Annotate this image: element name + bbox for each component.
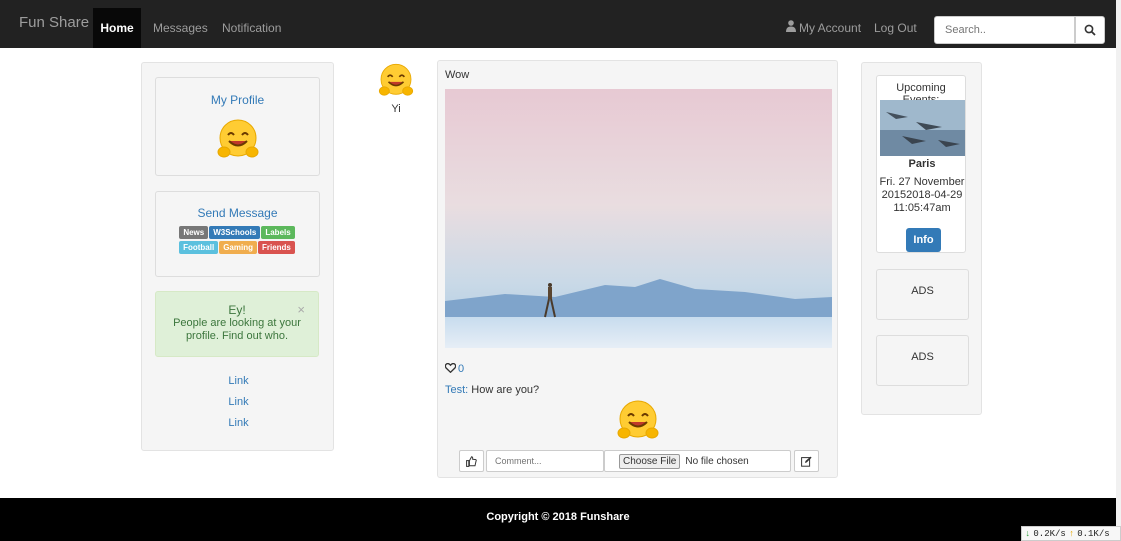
label-badge: News [179,226,209,239]
down-arrow-icon: ↓ [1025,528,1031,539]
nav-notification[interactable]: Notification [222,21,281,35]
thumbs-up-icon [466,455,477,467]
comment-emoji [617,400,659,439]
post-image [445,89,832,348]
footer: Copyright © 2018 Funshare [0,498,1116,541]
like-button[interactable] [459,450,484,472]
events-card: Upcoming Events: Paris Fri. 27 November … [876,75,966,253]
close-icon[interactable]: × [297,302,305,317]
netspeed-widget: ↓ 0.2K/s ↑ 0.1K/s [1021,526,1121,541]
no-file-text: No file chosen [685,455,749,467]
profile-title[interactable]: My Profile [156,93,319,107]
comment-input[interactable] [486,450,604,472]
post-comment-button[interactable] [794,450,819,472]
search-input[interactable] [934,16,1075,44]
hugging-face-emoji [217,119,259,158]
nav-home[interactable]: Home [93,8,141,48]
alert-title: Ey! [228,303,246,317]
heart-icon[interactable] [445,363,456,373]
alert-box: Ey! People are looking at your profile. … [155,291,319,357]
comment-author[interactable]: Test: [445,384,468,396]
up-arrow-icon: ↑ [1068,528,1075,539]
info-button[interactable]: Info [906,228,941,252]
right-sidebar: Upcoming Events: Paris Fri. 27 November … [861,62,982,415]
post-card: Wow 0 Test: How are you? Comment... Choo… [437,60,838,478]
label-list: News W3Schools Labels Football Gaming Friends [156,226,319,256]
label-badge: Gaming [219,241,257,254]
choose-file-button[interactable]: Choose File [619,453,681,469]
navbar: Fun Share Home Messages Notification My … [0,0,1116,48]
sidebar-link[interactable]: Link [142,371,335,392]
label-badge: Friends [257,241,295,254]
author-avatar [378,63,414,96]
event-name: Paris [908,158,936,170]
upload-speed: 0.1K/s [1077,528,1110,539]
sidebar-link[interactable]: Link [142,392,335,413]
ad-slot[interactable]: ADS [876,335,969,386]
label-badge: W3Schools [209,226,261,239]
logout-link[interactable]: Log Out [874,21,917,35]
download-speed: 0.2K/s [1033,528,1066,539]
copyright-text: Copyright © 2018 Funshare [486,511,630,523]
event-image [880,100,965,156]
search-button[interactable] [1075,16,1105,44]
comment-text: How are you? [471,384,540,396]
file-input[interactable]: Choose File No file chosen [604,450,791,472]
post-title: Wow [445,69,470,81]
author-name: Yi [391,103,401,115]
brand[interactable]: Fun Share [19,14,89,31]
comment: Test: How are you? [445,384,539,396]
profile-card: My Profile [155,77,320,176]
nav-messages[interactable]: Messages [153,21,208,35]
sidebar-link[interactable]: Link [142,413,335,434]
ad-slot[interactable]: ADS [876,269,969,320]
send-message-link[interactable]: Send Message [156,206,319,220]
event-date: Fri. 27 November 20152018-04-29 11:05:47… [879,176,965,214]
send-message-card: Send Message News W3Schools Labels Football… [155,191,320,277]
label-badge: Labels [261,226,295,239]
link-list: Link Link Link [142,371,335,434]
left-sidebar: My Profile Send Message News W3Schools Lab… [141,62,334,451]
my-account-link[interactable]: My Account [799,21,861,35]
alert-text: People are looking at your profile. Find… [173,317,301,342]
like-count[interactable]: 0 [458,363,464,375]
edit-icon [801,456,812,467]
search-icon [1084,24,1096,36]
label-badge: Football [179,241,219,254]
user-icon [786,20,796,32]
scrollbar[interactable] [1116,0,1121,541]
